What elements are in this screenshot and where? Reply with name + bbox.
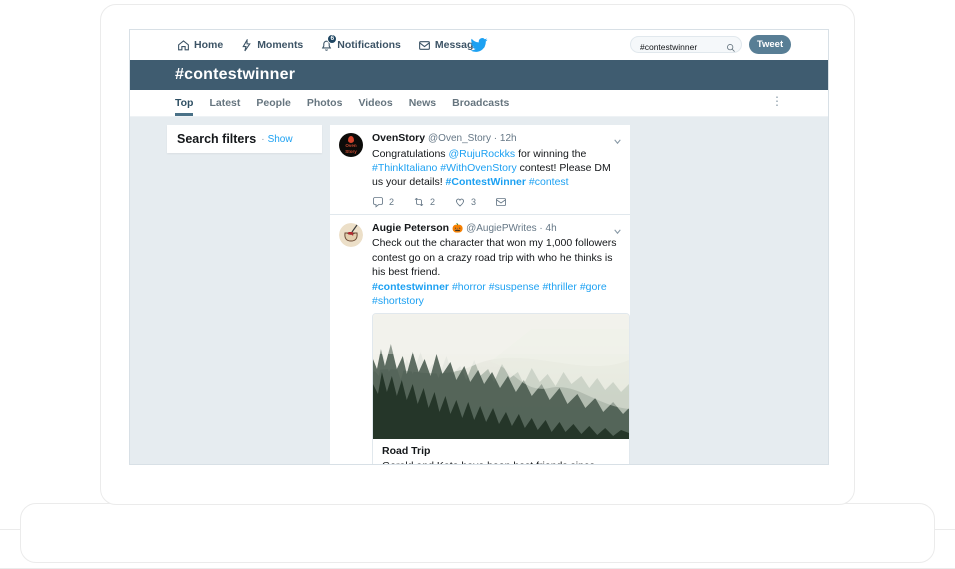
tweet-ovenstory[interactable]: Oven Story OvenStory @Oven_Story · 12h C… [330, 125, 630, 215]
chevron-down-icon[interactable] [613, 223, 622, 235]
link-preview-text: Road Trip Gerald and Kate have been best… [373, 439, 629, 464]
twitter-logo[interactable] [470, 37, 488, 54]
tab-latest[interactable]: Latest [209, 90, 240, 116]
search-input[interactable] [631, 39, 741, 55]
tab-people[interactable]: People [256, 90, 290, 116]
link-preview-card[interactable]: Road Trip Gerald and Kate have been best… [372, 312, 630, 464]
lightning-icon [242, 38, 251, 51]
tweet-button[interactable]: Tweet [749, 35, 791, 54]
text-segment: for winning the [515, 147, 590, 160]
body-link[interactable]: #WithOvenStory [440, 162, 516, 174]
nav-item-home[interactable]: Home [177, 39, 223, 52]
like-button[interactable]: 3 [454, 196, 495, 208]
augie-avatar-art [339, 222, 363, 247]
tab-news[interactable]: News [409, 90, 436, 116]
author-emoji: 🎃 [451, 222, 464, 233]
screenshot-frame: Home Moments 6 Notifications Messages #c… [100, 4, 855, 505]
body-link[interactable]: #ThinkItaliano [372, 162, 437, 174]
notification-badge: 6 [327, 33, 338, 44]
results-content: Search filters · Show Oven Story OvenSto… [130, 117, 828, 464]
top-navigation-bar: Home Moments 6 Notifications Messages #c… [130, 30, 828, 60]
nav-item-label: Notifications [337, 39, 401, 51]
logo-text: Story [345, 148, 357, 154]
chevron-down-icon[interactable] [613, 133, 622, 145]
search-result-header: #contestwinner [130, 60, 828, 90]
forest-photo [373, 313, 629, 439]
tweet-augie-peterson[interactable]: Augie Peterson 🎃 @AugiePWrites · 4h Chec… [330, 214, 630, 464]
tweet-author-handle[interactable]: @AugiePWrites · 4h [466, 223, 557, 234]
heart-icon [456, 198, 464, 207]
retweet-count: 2 [430, 196, 436, 207]
home-icon [178, 39, 189, 50]
nav-item-label: Moments [257, 39, 304, 51]
like-count: 3 [471, 196, 477, 207]
dm-icon [496, 198, 506, 206]
body-link[interactable]: #gore [580, 281, 607, 293]
search-filters-panel: Search filters · Show [167, 125, 322, 153]
body-link[interactable]: @RujuRockks [448, 148, 515, 160]
tweet-feed: Oven Story OvenStory @Oven_Story · 12h C… [330, 125, 630, 464]
search-box [630, 36, 742, 55]
text-segment: Check out the character that won my 1,00… [372, 237, 617, 279]
tweet-actions: 2 2 3 [372, 196, 621, 208]
ovenstory-logo: Oven Story [339, 133, 363, 157]
text-segment [607, 281, 610, 293]
tweet-author-name[interactable]: Augie Peterson [372, 222, 449, 234]
avatar-ovenstory[interactable]: Oven Story [339, 133, 363, 157]
body-link[interactable]: #horror [452, 281, 486, 293]
body-link[interactable]: #contestwinner [372, 281, 449, 293]
separator-dot: · [261, 133, 265, 145]
link-title: Road Trip [382, 444, 431, 457]
nav-item-notifications[interactable]: 6 Notifications [320, 33, 401, 52]
body-link[interactable]: #thriller [542, 281, 576, 293]
search-icon[interactable] [726, 40, 736, 52]
show-filters-link[interactable]: Show [268, 134, 293, 145]
link-description: Gerald and Kate have been best friends s… [382, 459, 620, 464]
reply-icon [373, 197, 383, 208]
nav-item-label: Home [194, 39, 224, 51]
retweet-icon [414, 197, 424, 207]
tweet-author-handle[interactable]: @Oven_Story · 12h [428, 133, 517, 144]
text-segment: Congratulations [372, 147, 449, 160]
body-link[interactable]: #suspense [489, 281, 540, 293]
reply-button[interactable]: 2 [372, 196, 413, 208]
tweet-timestamp: 12h [499, 133, 517, 144]
flame-glyph [348, 136, 354, 144]
tab-broadcasts[interactable]: Broadcasts [452, 90, 509, 116]
body-link[interactable]: #ContestWinner [446, 176, 526, 188]
tab-photos[interactable]: Photos [307, 90, 343, 116]
tab-videos[interactable]: Videos [358, 90, 392, 116]
stacked-card-edge-middle [20, 503, 935, 563]
tweet-body: Check out the character that won my 1,00… [372, 236, 621, 308]
more-options-icon[interactable]: ⋮ [771, 95, 783, 107]
body-link[interactable]: #contest [529, 176, 569, 188]
nav-item-moments[interactable]: Moments [240, 38, 304, 52]
retweet-button[interactable]: 2 [413, 196, 454, 208]
tweet-body: Congratulations @RujuRockks for winning … [372, 147, 621, 190]
reply-count: 2 [389, 196, 395, 207]
dm-button[interactable] [495, 196, 536, 208]
result-tabs: Top Latest People Photos Videos News Bro… [130, 90, 828, 117]
search-filters-title: Search filters [177, 132, 257, 146]
tweet-author-name[interactable]: OvenStory [372, 132, 425, 144]
avatar-augie-peterson[interactable] [339, 222, 363, 247]
page-title: #contestwinner [175, 66, 296, 83]
body-link[interactable]: #shortstory [372, 295, 424, 307]
envelope-icon [418, 40, 430, 50]
tweet-timestamp: 4h [545, 222, 557, 234]
twitter-app-window: Home Moments 6 Notifications Messages #c… [129, 29, 829, 465]
tab-top[interactable]: Top [175, 90, 194, 116]
